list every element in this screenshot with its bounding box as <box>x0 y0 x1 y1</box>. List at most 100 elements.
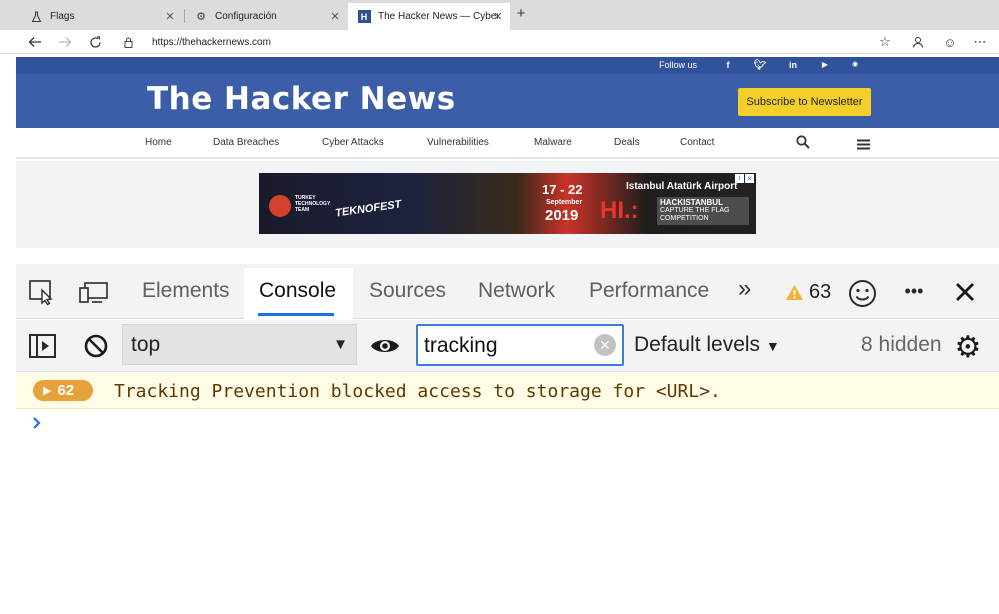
youtube-icon[interactable]: ▶ <box>818 60 832 69</box>
feedback-smiley-icon[interactable]: ☺ <box>940 32 960 52</box>
lock-icon <box>124 37 136 48</box>
clear-console-icon[interactable] <box>83 333 109 359</box>
message-count: 62 <box>57 382 75 399</box>
message-count-badge[interactable]: ▶ 62 <box>33 380 93 401</box>
devtools-tab-bar: Elements Console Sources Network Perform… <box>16 264 999 319</box>
subscribe-button[interactable]: Subscribe to Newsletter <box>738 88 871 116</box>
tab-elements[interactable]: Elements <box>142 279 230 303</box>
follow-bar: Follow us f 🐦︎ in ▶ ◉ <box>16 57 999 74</box>
nav-cyber-attacks[interactable]: Cyber Attacks <box>322 137 384 148</box>
flask-icon <box>28 9 44 25</box>
tab-flags[interactable]: Flags ✕ <box>20 3 182 30</box>
nav-data-breaches[interactable]: Data Breaches <box>213 137 279 148</box>
site-logo[interactable]: The Hacker News <box>147 81 456 117</box>
gear-icon: ⚙ <box>196 11 206 23</box>
ad-banner[interactable]: TURKEY TECHNOLOGY TEAM TEKNOFEST 17 - 22… <box>259 173 756 234</box>
more-tabs-chevron-icon[interactable]: » <box>738 275 751 303</box>
context-value: top <box>131 332 161 356</box>
hamburger-menu-icon[interactable] <box>857 137 870 155</box>
linkedin-icon[interactable]: in <box>786 60 800 70</box>
show-sidebar-icon[interactable] <box>28 333 56 359</box>
ad-dates: 17 - 22 <box>542 182 583 197</box>
ad-hack-sub: CAPTURE THE FLAG <box>660 207 730 214</box>
new-tab-button[interactable]: + <box>512 5 530 22</box>
live-expression-eye-icon[interactable] <box>370 334 400 358</box>
tab-title: The Hacker News — Cyber Secu <box>378 11 498 22</box>
back-arrow-icon <box>28 37 41 47</box>
dropdown-arrow-icon: ▼ <box>765 338 780 354</box>
ad-area: TURKEY TECHNOLOGY TEAM TEKNOFEST 17 - 22… <box>16 161 999 248</box>
address-bar[interactable]: https://thehackernews.com <box>116 32 896 52</box>
url-text: https://thehackernews.com <box>152 36 271 48</box>
console-settings-gear-icon[interactable]: ⚙ <box>954 331 982 364</box>
search-icon[interactable] <box>796 135 810 154</box>
close-devtools-icon[interactable] <box>953 280 977 304</box>
refresh-icon <box>89 35 101 48</box>
close-icon[interactable]: ✕ <box>164 10 176 23</box>
nav-vulnerabilities[interactable]: Vulnerabilities <box>427 137 489 148</box>
browser-toolbar: https://thehackernews.com ☆ ☺ ⋯ <box>0 30 999 54</box>
more-options-icon[interactable]: ••• <box>900 281 928 301</box>
ad-hack-sub: COMPETITION <box>660 215 709 222</box>
warning-icon[interactable] <box>784 282 804 302</box>
context-select[interactable]: top ▼ <box>122 324 357 365</box>
feedback-smiley-icon[interactable] <box>847 278 877 308</box>
follow-label: Follow us <box>659 60 698 70</box>
tab-configuracion[interactable]: ⚙ Configuración ✕ <box>185 3 347 30</box>
site-header: Follow us f 🐦︎ in ▶ ◉ The Hacker News Su… <box>16 57 999 128</box>
turkey-tech-team-logo-icon <box>269 195 291 217</box>
twitter-icon[interactable]: 🐦︎ <box>753 60 767 71</box>
nav-contact[interactable]: Contact <box>680 137 714 148</box>
devtools-panel: Elements Console Sources Network Perform… <box>16 264 999 614</box>
log-levels-label: Default levels <box>634 333 761 356</box>
close-icon[interactable]: ✕ <box>745 174 754 183</box>
teknofest-logo: TEKNOFEST <box>334 198 403 220</box>
ad-info-icon[interactable]: i <box>735 174 744 183</box>
clear-filter-icon[interactable]: ✕ <box>594 334 616 356</box>
favorite-star-icon[interactable]: ☆ <box>875 32 895 52</box>
nav-deals[interactable]: Deals <box>614 137 640 148</box>
forward-arrow-icon <box>59 37 72 47</box>
device-emulation-icon[interactable] <box>79 277 109 307</box>
hacker-news-favicon-icon: H <box>356 9 372 25</box>
ad-hack-title: HACKISTANBUL <box>660 198 723 207</box>
ad-team-line: TEAM <box>295 207 310 213</box>
nav-home[interactable]: Home <box>145 137 172 148</box>
forward-button[interactable] <box>55 32 75 52</box>
ad-choices[interactable]: i ✕ <box>735 174 755 183</box>
tab-title: Flags <box>50 11 75 22</box>
ad-venue: Istanbul Atatürk Airport <box>626 181 738 192</box>
rss-icon[interactable]: ◉ <box>848 60 862 68</box>
facebook-icon[interactable]: f <box>721 60 735 70</box>
tab-network[interactable]: Network <box>478 279 555 303</box>
nav-malware[interactable]: Malware <box>534 137 572 148</box>
hidden-messages-count: 8 hidden <box>861 333 942 356</box>
site-navigation: Home Data Breaches Cyber Attacks Vulnera… <box>16 128 999 159</box>
ad-month: September <box>546 199 583 206</box>
tab-console[interactable]: Console <box>259 279 336 303</box>
more-menu-icon[interactable]: ⋯ <box>970 32 990 52</box>
tab-sources[interactable]: Sources <box>369 279 446 303</box>
tab-performance[interactable]: Performance <box>589 279 709 303</box>
profile-button[interactable] <box>908 32 928 52</box>
console-message-row[interactable]: ▶ 62 Tracking Prevention blocked access … <box>16 373 999 409</box>
dropdown-arrow-icon: ▼ <box>333 336 348 353</box>
inspect-element-icon[interactable] <box>27 277 57 307</box>
log-levels-dropdown[interactable]: Default levels ▼ <box>634 333 780 357</box>
console-prompt-icon[interactable] <box>32 414 42 436</box>
hackistanbul-logo: HI.: <box>600 197 639 224</box>
close-icon[interactable]: ✕ <box>329 10 341 23</box>
console-message-text: Tracking Prevention blocked access to st… <box>114 381 721 402</box>
tab-title: Configuración <box>215 11 277 22</box>
back-button[interactable] <box>25 32 45 52</box>
tab-the-hacker-news[interactable]: H The Hacker News — Cyber Secu ✕ <box>348 3 510 30</box>
close-icon[interactable]: ✕ <box>492 10 504 23</box>
expand-triangle-icon: ▶ <box>43 385 52 397</box>
person-icon <box>913 37 923 48</box>
browser-tab-strip: Flags ✕ ⚙ Configuración ✕ H The Hacker N… <box>0 0 999 30</box>
active-tab-indicator <box>258 313 334 316</box>
refresh-button[interactable] <box>85 32 105 52</box>
ad-year: 2019 <box>545 207 579 224</box>
filter-input[interactable]: tracking <box>416 324 624 366</box>
warning-count[interactable]: 63 <box>809 281 831 304</box>
